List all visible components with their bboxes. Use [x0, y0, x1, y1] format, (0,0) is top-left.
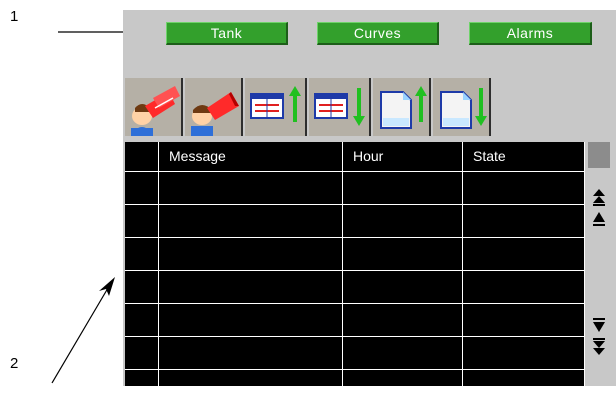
- table-cell[interactable]: [125, 271, 159, 304]
- table-cell[interactable]: [125, 304, 159, 337]
- callout-number-2: 2: [10, 355, 19, 372]
- table-cell[interactable]: [159, 238, 343, 271]
- page-up-button[interactable]: [373, 78, 431, 136]
- table-scroll-up-icon: [250, 86, 301, 122]
- table-cell[interactable]: [159, 337, 343, 370]
- table-scroll-down-button[interactable]: [309, 78, 371, 136]
- tank-button[interactable]: Tank: [166, 22, 288, 45]
- column-header[interactable]: Message: [159, 142, 343, 172]
- table-scroll-up-button[interactable]: [245, 78, 307, 136]
- column-header[interactable]: State: [463, 142, 585, 172]
- scroll-top-button[interactable]: [588, 186, 610, 208]
- scroll-down-button[interactable]: [588, 314, 610, 336]
- hmi-panel: Tank Curves Alarms Message Hour State: [123, 10, 616, 403]
- table-scroll-down-icon: [314, 88, 365, 126]
- down-arrow-icon: [593, 318, 605, 332]
- table-cell[interactable]: [343, 304, 463, 337]
- table-cell[interactable]: [463, 271, 585, 304]
- callout-number-1: 1: [10, 8, 19, 25]
- table-cell[interactable]: [343, 370, 463, 403]
- column-header[interactable]: [125, 142, 159, 172]
- table-cell[interactable]: [463, 238, 585, 271]
- table-cell[interactable]: [125, 337, 159, 370]
- curves-button[interactable]: Curves: [317, 22, 439, 45]
- table-cell[interactable]: [125, 205, 159, 238]
- table-cell[interactable]: [159, 370, 343, 403]
- up-arrow-icon: [593, 212, 605, 226]
- alarms-button[interactable]: Alarms: [469, 22, 592, 45]
- table-cell[interactable]: [343, 271, 463, 304]
- table-cell[interactable]: [125, 172, 159, 205]
- table-cell[interactable]: [159, 304, 343, 337]
- table-cell[interactable]: [159, 172, 343, 205]
- table-scrollbar[interactable]: [588, 142, 610, 386]
- table-cell[interactable]: [159, 271, 343, 304]
- column-header[interactable]: Hour: [343, 142, 463, 172]
- table-cell[interactable]: [463, 370, 585, 403]
- alarm-acknowledge-icon: [191, 92, 239, 136]
- scroll-up-button[interactable]: [588, 208, 610, 230]
- page-down-icon: [440, 88, 487, 129]
- table-cell[interactable]: [463, 304, 585, 337]
- table-cell[interactable]: [343, 337, 463, 370]
- scroll-bottom-button[interactable]: [588, 336, 610, 358]
- table-cell[interactable]: [159, 205, 343, 238]
- double-down-arrow-icon: [593, 338, 605, 355]
- alarm-acknowledge-all-icon: [131, 86, 180, 136]
- alarm-table: Message Hour State: [125, 142, 585, 403]
- table-cell[interactable]: [343, 238, 463, 271]
- table-cell[interactable]: [343, 205, 463, 238]
- double-up-arrow-icon: [593, 189, 605, 206]
- table-cell[interactable]: [343, 172, 463, 205]
- page-up-icon: [380, 86, 427, 129]
- scrollbar-thumb[interactable]: [588, 142, 610, 168]
- table-cell[interactable]: [125, 370, 159, 403]
- table-cell[interactable]: [125, 238, 159, 271]
- table-cell[interactable]: [463, 205, 585, 238]
- acknowledge-all-alarms-button[interactable]: [125, 78, 183, 136]
- acknowledge-alarm-button[interactable]: [185, 78, 243, 136]
- page-down-button[interactable]: [433, 78, 491, 136]
- table-cell[interactable]: [463, 337, 585, 370]
- table-cell[interactable]: [463, 172, 585, 205]
